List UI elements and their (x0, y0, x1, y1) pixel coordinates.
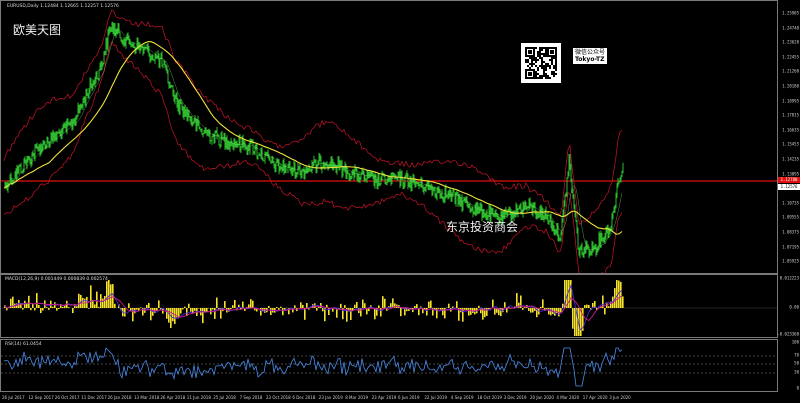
current-price-tag: 1.12576 (778, 184, 800, 190)
macd-axis-tick: 0.012223 (779, 275, 799, 281)
rsi-axis-tick: 50 (794, 360, 799, 366)
price-panel[interactable]: EURUSD,Daily 1.12484 1.12665 1.12257 1.1… (0, 0, 778, 274)
rsi-panel[interactable]: RSI(14) 61.0454 (0, 339, 778, 392)
price-axis-tick: 1.09555 (782, 214, 799, 220)
time-axis-label: 6 Jun 2019 (398, 395, 420, 400)
time-axis-label: 8 Mar 2019 (345, 395, 369, 400)
macd-chart[interactable] (1, 275, 777, 337)
time-axis-label: 12 Sep 2017 (28, 395, 54, 400)
rsi-axis-tick: 0 (796, 385, 799, 391)
rsi-axis-tick: 30 (794, 369, 799, 375)
macd-panel[interactable]: MACD(12,26,9) 0.001449 0.000839 0.002574 (0, 274, 778, 338)
price-axis-tick: 1.20180 (782, 83, 799, 89)
time-axis-label: 3 Dec 2019 (503, 395, 527, 400)
time-axis-label: 26 Oct 2017 (54, 395, 80, 400)
time-axis-label: 7 Sep 2018 (239, 395, 263, 400)
time-axis-label: 22 Jul 2019 (424, 395, 448, 400)
time-axis-label: 13 Mar 2018 (134, 395, 160, 400)
time-axis-label: 4 Mar 2020 (556, 395, 580, 400)
price-axis-tick: 1.08375 (782, 229, 799, 235)
price-axis-tick: 1.25905 (782, 10, 799, 16)
time-axis-label: 4 Sep 2019 (450, 395, 474, 400)
price-axis-tick: 1.13095 (782, 171, 799, 177)
rsi-line (3, 347, 623, 387)
price-chart[interactable] (1, 1, 777, 273)
rsi-axis-tick: 70 (794, 352, 799, 358)
hline-price-tag: 1.12780 (778, 177, 800, 183)
qr-caption-line2: Tokyo-TZ (575, 56, 605, 63)
price-axis-tick: 1.14235 (782, 156, 799, 162)
time-axis-label: 20 Jan 2020 (530, 395, 554, 400)
time-axis-label: 26 Jan 2018 (107, 395, 132, 400)
time-axis: 26 Jul 2017 12 Sep 2017 26 Oct 2017 11 Dec … (0, 392, 778, 403)
watermark-top-left: 欧美天图 (13, 23, 62, 37)
time-axis-label: 11 Jun 2018 (186, 395, 211, 400)
time-axis-label: 23 Apr 2019 (371, 395, 397, 400)
price-axis: 1.25905 1.24740 1.23620 1.22455 1.21260 1.201… (779, 0, 800, 274)
price-axis-tick: 1.23620 (782, 39, 799, 45)
time-axis-label: 11 Dec 2017 (81, 395, 107, 400)
price-axis-tick: 1.15455 (782, 141, 799, 147)
time-axis-label: 18 Oct 2019 (477, 395, 502, 400)
price-axis-tick: 1.22455 (782, 54, 799, 60)
time-axis-label: 23 Jan 2019 (318, 395, 343, 400)
macd-axis-tick: -0.023360 (777, 331, 799, 337)
qr-caption-line1: 微信公众号 (575, 49, 606, 56)
price-axis-tick: 1.05925 (782, 258, 799, 264)
time-axis-label: 26 Jul 2017 (2, 395, 25, 400)
price-axis-tick: 1.24740 (782, 25, 799, 31)
price-axis-tick: 1.18995 (782, 98, 799, 104)
rsi-axis-tick: 100 (791, 339, 799, 345)
time-axis-label: 6 Dec 2018 (292, 395, 316, 400)
watermark-center: 东京投资商会 (446, 220, 519, 234)
price-axis-tick: 1.10735 (782, 200, 799, 206)
rsi-chart[interactable] (1, 340, 777, 391)
price-axis-tick: 1.17815 (782, 112, 799, 118)
rsi-axis: 100 70 50 30 0 (779, 339, 800, 392)
price-axis-tick: 1.16635 (782, 127, 799, 133)
time-axis-label: 26 Apr 2018 (160, 395, 186, 400)
price-axis-tick: 1.21260 (782, 68, 799, 74)
price-axis-tick: 1.07195 (782, 244, 799, 250)
qr-code-image (521, 43, 561, 83)
time-axis-label: 3 Jun 2020 (609, 395, 631, 400)
macd-axis-tick: 0.00 (789, 304, 799, 310)
macd-axis: 0.012223 0.00 -0.023360 (777, 274, 800, 338)
qr-caption: 微信公众号 Tokyo-TZ (573, 48, 608, 64)
time-axis-label: 23 Oct 2018 (266, 395, 291, 400)
time-axis-label: 25 Jul 2018 (213, 395, 236, 400)
time-axis-label: 17 Apr 2020 (582, 395, 608, 400)
trading-chart-window: EURUSD,Daily 1.12484 1.12665 1.12257 1.1… (0, 0, 800, 403)
